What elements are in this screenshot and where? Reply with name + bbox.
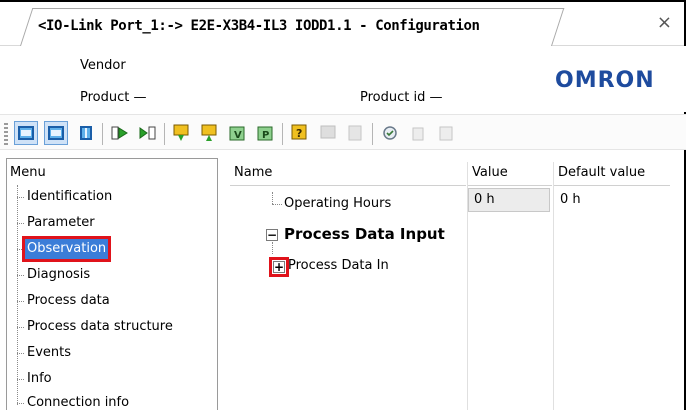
row-value-operating-hours: 0 h bbox=[474, 192, 495, 207]
row-name-process-data-input: Process Data Input bbox=[284, 225, 445, 243]
trash-button[interactable] bbox=[406, 121, 430, 145]
tree-connector bbox=[17, 379, 24, 380]
toolbar-separator bbox=[372, 123, 373, 145]
close-icon[interactable]: × bbox=[657, 12, 672, 33]
top-border bbox=[0, 0, 686, 2]
refresh-icon bbox=[383, 126, 397, 140]
window-layout-alt-button[interactable] bbox=[44, 121, 68, 145]
device-header: Vendor Product — Product id — OMRON bbox=[0, 46, 686, 112]
menu-item-process-data-structure[interactable]: Process data structure bbox=[25, 317, 175, 337]
menu-item-parameter[interactable]: Parameter bbox=[25, 213, 97, 233]
tree-connector bbox=[17, 249, 24, 250]
menu-panel: Menu Identification Parameter Observatio… bbox=[6, 158, 218, 410]
tree-connector bbox=[17, 275, 24, 276]
trash-icon bbox=[412, 127, 424, 141]
collapse-toggle[interactable]: − bbox=[266, 229, 278, 241]
help-data-button[interactable]: ? bbox=[288, 121, 312, 145]
row-name-operating-hours: Operating Hours bbox=[284, 196, 392, 211]
restore-button[interactable] bbox=[316, 121, 340, 145]
menu-item-events[interactable]: Events bbox=[25, 343, 73, 363]
column-header-name[interactable]: Name bbox=[230, 162, 466, 186]
menu-item-connection-info[interactable]: Connection info bbox=[25, 393, 131, 410]
toolbar-separator bbox=[164, 123, 165, 145]
window-layout-icon bbox=[18, 126, 34, 140]
menu-item-process-data[interactable]: Process data bbox=[25, 291, 112, 311]
document-tab-strip: <IO-Link Port_1:-> E2E-X3B4-IL3 IODD1.1 … bbox=[0, 0, 686, 46]
store-icon bbox=[439, 126, 453, 141]
menu-item-diagnosis[interactable]: Diagnosis bbox=[25, 265, 92, 285]
tree-connector bbox=[272, 204, 282, 205]
window-layout-button[interactable] bbox=[14, 121, 38, 145]
toolbar-grip[interactable] bbox=[4, 123, 8, 145]
toolbar: V P ? bbox=[0, 114, 686, 150]
menu-item-observation[interactable]: Observation bbox=[21, 236, 112, 262]
svg-text:P: P bbox=[262, 130, 269, 141]
download-device-icon bbox=[139, 126, 156, 140]
upload-device-icon bbox=[111, 126, 128, 140]
toolbar-separator bbox=[102, 123, 103, 145]
help-data-icon: ? bbox=[291, 124, 307, 140]
validate-icon: V bbox=[229, 126, 245, 141]
download-device-button[interactable] bbox=[136, 121, 160, 145]
tree-connector bbox=[17, 301, 24, 302]
menu-tree-line bbox=[17, 185, 18, 405]
upload-device-button[interactable] bbox=[108, 121, 132, 145]
column-header-default-value[interactable]: Default value bbox=[554, 162, 670, 186]
column-header-value[interactable]: Value bbox=[468, 162, 552, 186]
product-id-label: Product id — bbox=[360, 90, 443, 105]
window-layout-alt-icon bbox=[48, 126, 64, 140]
svg-text:V: V bbox=[234, 130, 242, 141]
tree-connector bbox=[17, 327, 24, 328]
menu-heading: Menu bbox=[10, 165, 46, 180]
column-divider bbox=[553, 162, 554, 410]
tree-connector bbox=[272, 242, 273, 254]
panel-layout-button[interactable] bbox=[74, 121, 98, 145]
write-parameters-icon bbox=[201, 124, 217, 141]
window-title: <IO-Link Port_1:-> E2E-X3B4-IL3 IODD1.1 … bbox=[38, 18, 480, 34]
device-disabled-button[interactable] bbox=[344, 121, 368, 145]
panel-layout-icon bbox=[80, 126, 92, 140]
refresh-button[interactable] bbox=[378, 121, 402, 145]
store-button[interactable] bbox=[434, 121, 458, 145]
restore-icon bbox=[320, 125, 336, 139]
parameter-grid: Name Value Default value Operating Hours… bbox=[230, 158, 670, 410]
row-name-process-data-in: Process Data In bbox=[288, 258, 389, 273]
expand-toggle[interactable]: + bbox=[269, 257, 289, 277]
tree-connector bbox=[17, 223, 24, 224]
read-parameters-button[interactable] bbox=[170, 121, 194, 145]
tree-connector bbox=[17, 353, 24, 354]
omron-logo: OMRON bbox=[555, 68, 655, 93]
row-default-operating-hours: 0 h bbox=[560, 192, 581, 207]
product-label: Product — bbox=[80, 90, 147, 105]
svg-text:?: ? bbox=[296, 127, 302, 140]
device-disabled-icon bbox=[348, 125, 362, 141]
read-parameters-icon bbox=[173, 124, 189, 141]
menu-item-info[interactable]: Info bbox=[25, 369, 54, 389]
menu-item-identification[interactable]: Identification bbox=[25, 187, 114, 207]
tree-connector bbox=[272, 192, 273, 204]
validate-button[interactable]: V bbox=[226, 121, 250, 145]
compare-button[interactable]: P bbox=[254, 121, 278, 145]
tree-connector bbox=[17, 197, 24, 198]
tree-connector bbox=[17, 403, 24, 404]
vendor-label: Vendor bbox=[80, 58, 126, 73]
toolbar-separator bbox=[282, 123, 283, 145]
compare-icon: P bbox=[257, 126, 273, 141]
write-parameters-button[interactable] bbox=[198, 121, 222, 145]
